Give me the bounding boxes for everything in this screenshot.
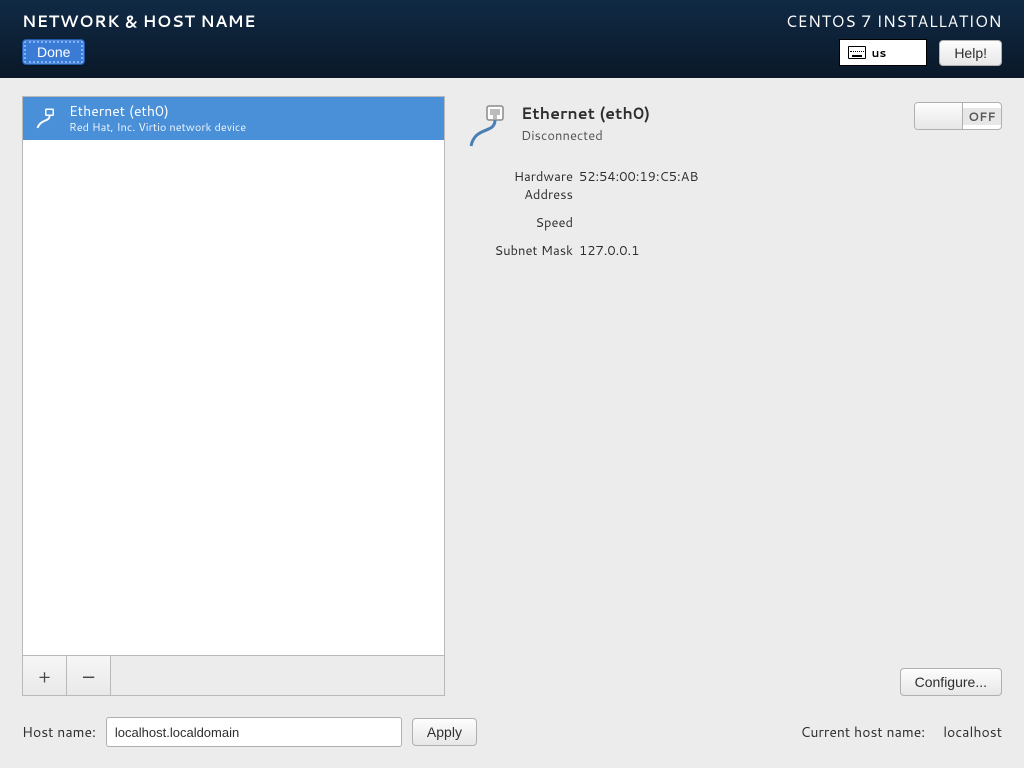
keyboard-icon (848, 46, 866, 59)
kv-key-subnet-mask: Subnet Mask (463, 242, 573, 260)
interface-toggle[interactable]: OFF (914, 102, 1002, 130)
detail-header: Ethernet (eth0) Disconnected OFF (463, 102, 1002, 160)
remove-device-button[interactable]: − (67, 656, 111, 695)
current-hostname-value: localhost (943, 722, 1002, 742)
interface-details: Hardware Address 52:54:00:19:C5:AB Speed… (463, 160, 1002, 260)
kv-key-speed: Speed (463, 214, 573, 232)
left-pane: Ethernet (eth0) Red Hat, Inc. Virtio net… (22, 96, 445, 696)
toggle-state-label: OFF (963, 108, 1001, 125)
kv-val-speed (579, 214, 1002, 232)
interface-name: Ethernet (eth0) (521, 102, 904, 125)
top-right: CENTOS 7 INSTALLATION us Help! (786, 10, 1002, 68)
current-hostname-label: Current host name: (800, 722, 925, 742)
detail-title-block: Ethernet (eth0) Disconnected (521, 102, 904, 145)
keyboard-layout-label: us (872, 44, 887, 61)
toolbar-spacer (111, 656, 444, 695)
network-device-list[interactable]: Ethernet (eth0) Red Hat, Inc. Virtio net… (22, 96, 445, 656)
content: Ethernet (eth0) Red Hat, Inc. Virtio net… (0, 78, 1024, 768)
top-left: NETWORK & HOST NAME Done (22, 10, 256, 68)
toggle-knob (915, 103, 963, 129)
device-item-text: Ethernet (eth0) Red Hat, Inc. Virtio net… (69, 103, 246, 134)
right-bottom-row: Configure... (463, 658, 1002, 696)
interface-status: Disconnected (521, 127, 904, 145)
ethernet-icon (463, 102, 511, 150)
configure-button[interactable]: Configure... (900, 668, 1002, 696)
keyboard-layout-indicator[interactable]: us (839, 39, 928, 66)
add-device-button[interactable]: + (23, 656, 67, 695)
device-item-sub: Red Hat, Inc. Virtio network device (69, 121, 246, 135)
page-title: NETWORK & HOST NAME (22, 10, 256, 33)
device-item-eth0[interactable]: Ethernet (eth0) Red Hat, Inc. Virtio net… (23, 97, 444, 140)
help-button[interactable]: Help! (939, 40, 1002, 66)
apply-hostname-button[interactable]: Apply (412, 718, 477, 746)
hostname-row: Host name: Apply Current host name: loca… (22, 714, 1002, 750)
kv-val-hardware-address: 52:54:00:19:C5:AB (579, 168, 1002, 204)
ethernet-icon (31, 105, 59, 133)
spacer (463, 260, 1002, 658)
kv-key-hardware-address: Hardware Address (463, 168, 573, 204)
device-list-toolbar: + − (22, 656, 445, 696)
hostname-label: Host name: (22, 722, 96, 742)
device-item-name: Ethernet (eth0) (69, 103, 246, 121)
hostname-input[interactable] (106, 717, 402, 747)
main-row: Ethernet (eth0) Red Hat, Inc. Virtio net… (22, 96, 1002, 696)
app-title: CENTOS 7 INSTALLATION (786, 10, 1002, 33)
top-right-row: us Help! (839, 39, 1002, 66)
current-hostname: Current host name: localhost (800, 722, 1002, 742)
top-bar: NETWORK & HOST NAME Done CENTOS 7 INSTAL… (0, 0, 1024, 78)
right-pane: Ethernet (eth0) Disconnected OFF Hardwar… (463, 96, 1002, 696)
done-button[interactable]: Done (22, 39, 85, 65)
kv-val-subnet-mask: 127.0.0.1 (579, 242, 1002, 260)
